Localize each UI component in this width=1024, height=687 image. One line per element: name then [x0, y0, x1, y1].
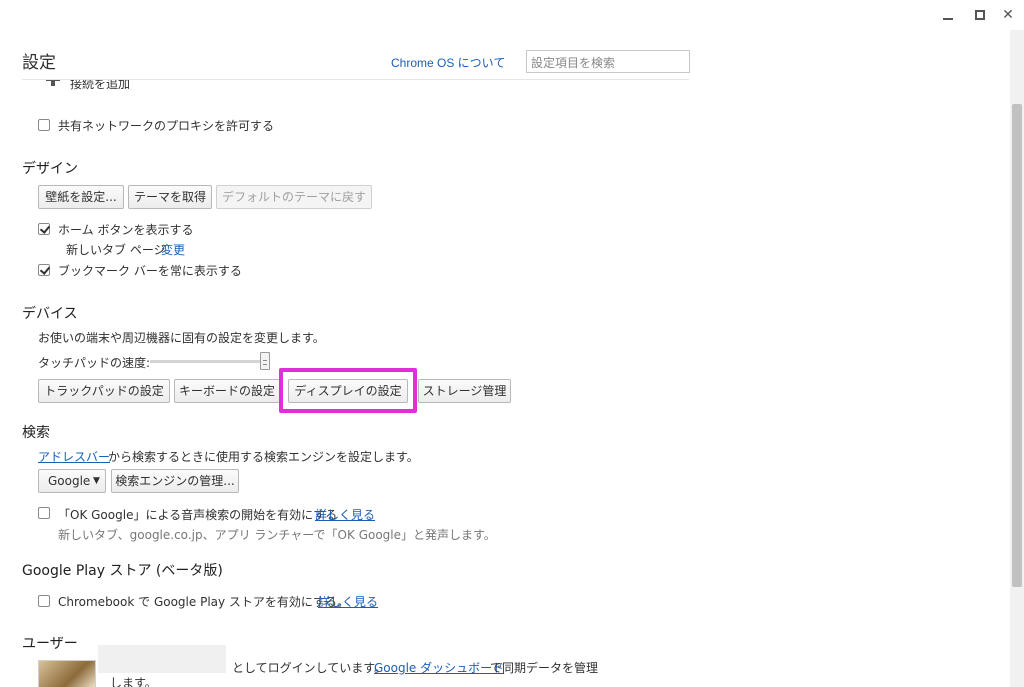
ok-google-label: 「OK Google」による音声検索の開始を有効にする: [58, 508, 338, 522]
allow-proxy-checkbox[interactable]: [38, 119, 50, 131]
search-engine-select[interactable]: Google ▼: [38, 469, 106, 493]
ok-google-checkbox[interactable]: [38, 507, 50, 519]
google-dashboard-link[interactable]: Google ダッシュボード: [374, 659, 504, 676]
play-store-learn-more-link[interactable]: 詳しく見る: [318, 593, 378, 610]
ok-google-hint: 新しいタブ、google.co.jp、アプリ ランチャーで「OK Google」…: [58, 528, 496, 542]
addressbar-link[interactable]: アドレスバー: [38, 448, 110, 465]
new-tab-page-text: 新しいタブ ページ: [66, 243, 166, 257]
storage-management-button[interactable]: ストレージ管理: [418, 379, 511, 403]
page-title: 設定: [22, 53, 56, 73]
touchpad-speed-slider[interactable]: [150, 360, 266, 363]
add-connection-icon[interactable]: [46, 80, 60, 86]
scrollbar-thumb[interactable]: [1012, 104, 1022, 587]
trackpad-settings-button[interactable]: トラックパッドの設定: [38, 379, 170, 403]
search-section-title: 検索: [22, 425, 50, 441]
users-section-title: ユーザー: [22, 636, 78, 652]
keyboard-settings-button[interactable]: キーボードの設定: [174, 379, 280, 403]
allow-proxy-label: 共有ネットワークのプロキシを許可する: [58, 119, 275, 133]
settings-header: 設定 Chrome OS について 設定項目を検索: [0, 30, 1010, 80]
show-home-button-label: ホーム ボタンを表示する: [58, 223, 194, 237]
window-titlebar: ✕: [0, 0, 1024, 30]
display-settings-button[interactable]: ディスプレイの設定: [288, 379, 408, 403]
manage-search-engines-button[interactable]: 検索エンジンの管理...: [111, 469, 239, 493]
sync-data-text: で同期データを管理: [490, 661, 599, 675]
reset-theme-button[interactable]: デフォルトのテーマに戻す: [216, 185, 372, 209]
add-connection-label[interactable]: 接続を追加: [70, 80, 130, 92]
play-store-checkbox[interactable]: [38, 595, 50, 607]
set-wallpaper-button[interactable]: 壁紙を設定...: [38, 185, 124, 209]
search-engine-selected: Google: [48, 474, 91, 488]
play-store-label: Chromebook で Google Play ストアを有効にする。: [58, 595, 350, 609]
user-avatar: [38, 660, 96, 687]
about-chrome-os-link[interactable]: Chrome OS について: [391, 54, 505, 71]
settings-search-input[interactable]: 設定項目を検索: [526, 50, 690, 73]
play-store-section-title: Google Play ストア (ベータ版): [22, 563, 223, 579]
ok-google-learn-more-link[interactable]: 詳しく見る: [315, 506, 375, 523]
show-bookmarks-checkbox[interactable]: [38, 264, 50, 276]
dropdown-arrow-icon: ▼: [93, 476, 100, 486]
sync-data-text-continued: します。: [110, 676, 157, 687]
touchpad-speed-label: タッチパッドの速度:: [38, 356, 151, 370]
close-icon[interactable]: ✕: [998, 6, 1018, 24]
touchpad-speed-slider-thumb[interactable]: [260, 352, 270, 370]
logged-in-text: としてログインしています。: [232, 661, 387, 675]
search-description: から検索するときに使用する検索エンジンを設定します。: [108, 450, 419, 464]
settings-content: 接続を追加 共有ネットワークのプロキシを許可する デザイン 壁紙を設定... テ…: [0, 80, 1010, 687]
device-description: お使いの端末や周辺機器に固有の設定を変更します。: [38, 331, 325, 345]
design-section-title: デザイン: [22, 161, 78, 177]
device-section-title: デバイス: [22, 306, 78, 322]
redacted-account: [98, 645, 226, 673]
change-home-page-link[interactable]: 変更: [161, 241, 185, 258]
maximize-icon[interactable]: [970, 6, 990, 24]
minimize-icon[interactable]: [938, 6, 958, 24]
show-bookmarks-label: ブックマーク バーを常に表示する: [58, 264, 242, 278]
show-home-button-checkbox[interactable]: [38, 223, 50, 235]
get-theme-button[interactable]: テーマを取得: [128, 185, 212, 209]
